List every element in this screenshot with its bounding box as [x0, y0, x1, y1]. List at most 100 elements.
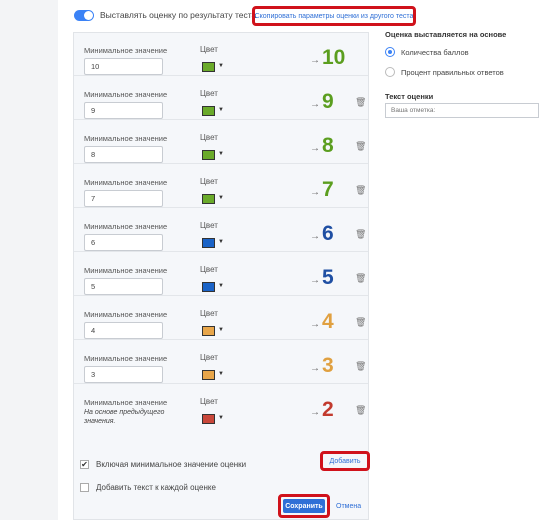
grade-value: 9 — [322, 90, 334, 113]
grade-row: Минимальное значение На основе предыдуще… — [74, 384, 368, 428]
basis-option-label: Количества баллов — [401, 47, 469, 57]
min-value-label: Минимальное значение — [84, 266, 168, 275]
chevron-down-icon[interactable]: ▼ — [218, 151, 224, 157]
chevron-down-icon[interactable]: ▼ — [218, 195, 224, 201]
chevron-down-icon[interactable]: ▼ — [218, 327, 224, 333]
min-value-input[interactable] — [84, 278, 163, 295]
color-swatch[interactable] — [202, 326, 215, 336]
trash-icon[interactable]: 🗑 — [355, 405, 366, 416]
min-value-input[interactable] — [84, 234, 163, 251]
toggle-knob — [84, 10, 93, 20]
grade-value: 5 — [322, 266, 334, 289]
grade-row: Минимальное значение Цвет ▼ → 8 🗑 — [74, 120, 368, 164]
color-swatch[interactable] — [202, 370, 215, 380]
min-value-label: Минимальное значение — [84, 310, 168, 319]
min-value-input[interactable] — [84, 190, 163, 207]
save-button-frame: Сохранить — [278, 494, 330, 518]
color-swatch[interactable] — [202, 150, 215, 160]
min-value-label: Минимальное значение — [84, 46, 168, 55]
grade-row: Минимальное значение Цвет ▼ → 4 🗑 — [74, 296, 368, 340]
min-value-note: На основе предыдущего значения. — [84, 409, 165, 425]
arrow-right-icon: → — [310, 231, 320, 242]
trash-icon[interactable]: 🗑 — [355, 317, 366, 328]
grade-text-heading: Текст оценки — [385, 92, 434, 101]
trash-icon[interactable]: 🗑 — [355, 141, 366, 152]
grade-toggle[interactable] — [74, 9, 94, 21]
color-swatch[interactable] — [202, 106, 215, 116]
color-label: Цвет — [200, 89, 218, 98]
color-label: Цвет — [200, 265, 218, 274]
trash-icon[interactable]: 🗑 — [355, 273, 366, 284]
save-button[interactable]: Сохранить — [283, 499, 325, 513]
min-value-input[interactable] — [84, 58, 163, 75]
min-value-label: Минимальное значение — [84, 354, 168, 363]
add-text-option[interactable]: Добавить текст к каждой оценке — [80, 483, 216, 492]
color-label: Цвет — [200, 133, 218, 142]
min-value-input[interactable] — [84, 102, 163, 119]
grade-text-input[interactable] — [385, 103, 539, 118]
chevron-down-icon[interactable]: ▼ — [218, 107, 224, 113]
arrow-right-icon: → — [310, 319, 320, 330]
arrow-right-icon: → — [310, 187, 320, 198]
color-swatch[interactable] — [202, 194, 215, 204]
grade-row: Минимальное значение Цвет ▼ → 6 🗑 — [74, 208, 368, 252]
add-text-label: Добавить текст к каждой оценке — [96, 483, 216, 492]
min-value-label: Минимальное значение — [84, 134, 168, 143]
grade-row: Минимальное значение Цвет ▼ → 3 🗑 — [74, 340, 368, 384]
grade-row: Минимальное значение Цвет ▼ → 5 🗑 — [74, 252, 368, 296]
grade-value: 6 — [322, 222, 334, 245]
basis-option-label: Процент правильных ответов — [401, 67, 504, 77]
grade-value: 3 — [322, 354, 334, 377]
min-value-input[interactable] — [84, 146, 163, 163]
grade-value: 8 — [322, 134, 334, 157]
color-swatch[interactable] — [202, 62, 215, 72]
chevron-down-icon[interactable]: ▼ — [218, 371, 224, 377]
color-swatch[interactable] — [202, 282, 215, 292]
grade-row: Минимальное значение Цвет ▼ → 10 — [74, 32, 368, 76]
min-value-input[interactable] — [84, 366, 163, 383]
chevron-down-icon[interactable]: ▼ — [218, 283, 224, 289]
include-min-label: Включая минимальное значение оценки — [96, 460, 247, 469]
basis-option-percent[interactable]: Процент правильных ответов — [385, 67, 535, 77]
color-label: Цвет — [200, 397, 218, 406]
copy-settings-link[interactable]: Скопировать параметры оценки из другого … — [252, 6, 416, 26]
color-label: Цвет — [200, 45, 218, 54]
grade-value: 2 — [322, 398, 334, 421]
grade-value: 7 — [322, 178, 334, 201]
color-label: Цвет — [200, 353, 218, 362]
color-swatch[interactable] — [202, 238, 215, 248]
add-text-checkbox[interactable] — [80, 483, 89, 492]
grade-value: 4 — [322, 310, 334, 333]
arrow-right-icon: → — [310, 407, 320, 418]
grade-toggle-row[interactable]: Выставлять оценку по результату теста — [74, 8, 256, 22]
grade-value: 10 — [322, 46, 346, 69]
include-min-option[interactable]: ✔ Включая минимальное значение оценки — [80, 460, 246, 469]
include-min-checkbox[interactable]: ✔ — [80, 460, 89, 469]
trash-icon[interactable]: 🗑 — [355, 361, 366, 372]
trash-icon[interactable]: 🗑 — [355, 97, 366, 108]
min-value-label: Минимальное значение — [84, 90, 168, 99]
basis-option-points[interactable]: Количества баллов — [385, 47, 535, 57]
add-button[interactable]: Добавить — [320, 451, 370, 471]
trash-icon[interactable]: 🗑 — [355, 229, 366, 240]
basis-heading: Оценка выставляется на основе — [385, 30, 507, 39]
radio-points[interactable] — [385, 47, 395, 57]
radio-percent[interactable] — [385, 67, 395, 77]
chevron-down-icon[interactable]: ▼ — [218, 239, 224, 245]
grade-row: Минимальное значение Цвет ▼ → 9 🗑 — [74, 76, 368, 120]
grade-toggle-label: Выставлять оценку по результату теста — [100, 10, 257, 20]
min-value-input[interactable] — [84, 322, 163, 339]
arrow-right-icon: → — [310, 143, 320, 154]
color-label: Цвет — [200, 309, 218, 318]
color-label: Цвет — [200, 177, 218, 186]
cancel-link[interactable]: Отмена — [336, 503, 361, 510]
chevron-down-icon[interactable]: ▼ — [218, 63, 224, 69]
min-value-label: Минимальное значение — [84, 398, 168, 407]
min-value-label: Минимальное значение — [84, 178, 168, 187]
trash-icon[interactable]: 🗑 — [355, 185, 366, 196]
arrow-right-icon: → — [310, 55, 320, 66]
arrow-right-icon: → — [310, 363, 320, 374]
color-swatch[interactable] — [202, 414, 215, 424]
min-value-label: Минимальное значение — [84, 222, 168, 231]
chevron-down-icon[interactable]: ▼ — [218, 415, 224, 421]
